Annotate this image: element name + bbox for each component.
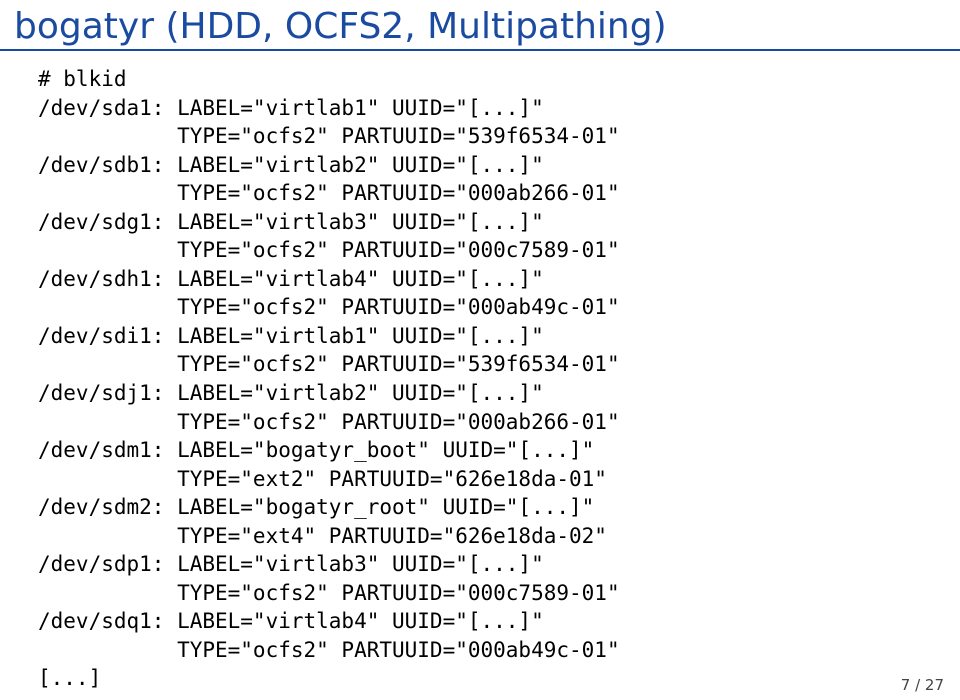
out-line: /dev/sdi1: LABEL="virtlab1" UUID="[...]" <box>38 324 544 348</box>
out-line: TYPE="ocfs2" PARTUUID="000ab49c-01" <box>38 295 620 319</box>
out-line: /dev/sdq1: LABEL="virtlab4" UUID="[...]" <box>38 609 544 633</box>
out-line: TYPE="ext2" PARTUUID="626e18da-01" <box>38 467 607 491</box>
out-line: TYPE="ocfs2" PARTUUID="539f6534-01" <box>38 124 620 148</box>
out-line: TYPE="ocfs2" PARTUUID="000ab266-01" <box>38 410 620 434</box>
out-line: /dev/sdh1: LABEL="virtlab4" UUID="[...]" <box>38 267 544 291</box>
page-counter: 7 / 27 <box>901 676 944 694</box>
out-line: /dev/sdb1: LABEL="virtlab2" UUID="[...]" <box>38 153 544 177</box>
out-line: /dev/sdm1: LABEL="bogatyr_boot" UUID="[.… <box>38 438 594 462</box>
terminal-output: # blkid /dev/sda1: LABEL="virtlab1" UUID… <box>0 51 960 693</box>
out-line: /dev/sdp1: LABEL="virtlab3" UUID="[...]" <box>38 552 544 576</box>
out-line: TYPE="ocfs2" PARTUUID="000c7589-01" <box>38 238 620 262</box>
out-line: TYPE="ocfs2" PARTUUID="000c7589-01" <box>38 581 620 605</box>
out-trailing: [...] <box>38 666 101 690</box>
out-line: /dev/sdg1: LABEL="virtlab3" UUID="[...]" <box>38 210 544 234</box>
out-line: /dev/sdj1: LABEL="virtlab2" UUID="[...]" <box>38 381 544 405</box>
slide-title: bogatyr (HDD, OCFS2, Multipathing) <box>0 0 960 51</box>
out-line: TYPE="ocfs2" PARTUUID="539f6534-01" <box>38 352 620 376</box>
command-line: # blkid <box>38 67 127 91</box>
out-line: TYPE="ext4" PARTUUID="626e18da-02" <box>38 524 607 548</box>
out-line: TYPE="ocfs2" PARTUUID="000ab49c-01" <box>38 638 620 662</box>
out-line: /dev/sda1: LABEL="virtlab1" UUID="[...]" <box>38 96 544 120</box>
out-line: /dev/sdm2: LABEL="bogatyr_root" UUID="[.… <box>38 495 594 519</box>
out-line: TYPE="ocfs2" PARTUUID="000ab266-01" <box>38 181 620 205</box>
